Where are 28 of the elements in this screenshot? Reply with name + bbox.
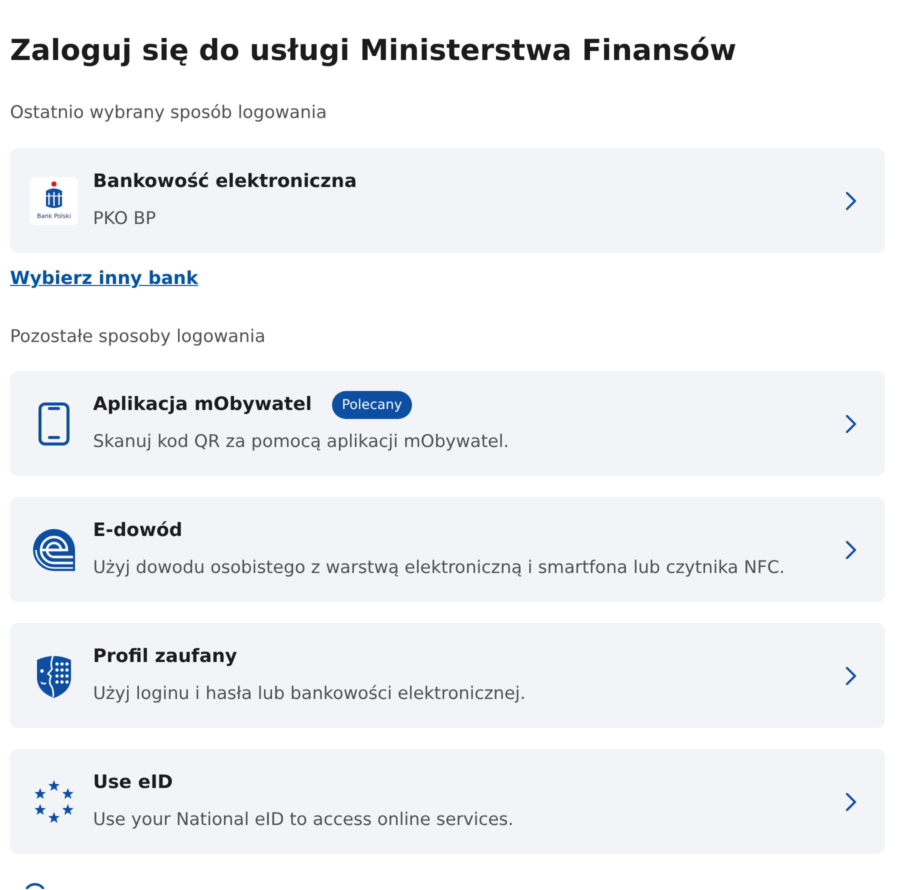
login-option-card[interactable]: Use eID Use your National eID to access online services. — [10, 749, 885, 854]
option-title: Aplikacja mObywatel — [93, 393, 312, 417]
chevron-right-icon — [845, 792, 857, 812]
option-description: PKO BP — [93, 208, 157, 231]
option-description: Skanuj kod QR za pomocą aplikacji mObywatel. — [93, 431, 510, 454]
smartphone-icon — [38, 402, 70, 446]
option-title: Profil zaufany — [93, 645, 238, 669]
option-title: Use eID — [93, 771, 173, 795]
login-option-card[interactable]: Profil zaufany Użyj loginu i hasła lub bankowości elektronicznej. — [10, 623, 885, 728]
recommended-badge: Polecany — [332, 391, 412, 419]
chevron-right-icon — [845, 666, 857, 686]
option-description: Użyj dowodu osobistego z warstwą elektroniczną i smartfona lub czytnika NFC. — [93, 557, 786, 580]
section-label: Ostatnio wybrany sposób logowania — [10, 102, 327, 125]
login-option-card[interactable]: Aplikacja mObywatel Polecany Skanuj kod QR za pomocą aplikacji mObywatel. — [10, 371, 885, 476]
login-option-card[interactable]: E-dowód Użyj dowodu osobistego z warstwą elektroniczną i smartfona lub czytnika NFC. — [10, 497, 885, 602]
circular-e-icon — [32, 528, 76, 572]
page-title: Zaloguj się do usługi Ministerstwa Finansów — [10, 32, 736, 69]
emblem-icon — [43, 181, 65, 211]
chevron-right-icon — [845, 414, 857, 434]
option-title: E-dowód — [93, 519, 182, 543]
option-description: Użyj loginu i hasła lub bankowości elektronicznej. — [93, 683, 527, 706]
option-title: Bankowość elektroniczna — [93, 170, 357, 194]
chevron-right-icon — [845, 190, 857, 210]
option-description: Use your National eID to access online services. — [93, 809, 515, 832]
change-bank-link[interactable]: Wybierz inny bank — [10, 266, 198, 292]
section-label: Pozostałe sposoby logowania — [10, 326, 266, 349]
chevron-right-icon — [845, 540, 857, 560]
star-ring-icon — [32, 780, 76, 824]
